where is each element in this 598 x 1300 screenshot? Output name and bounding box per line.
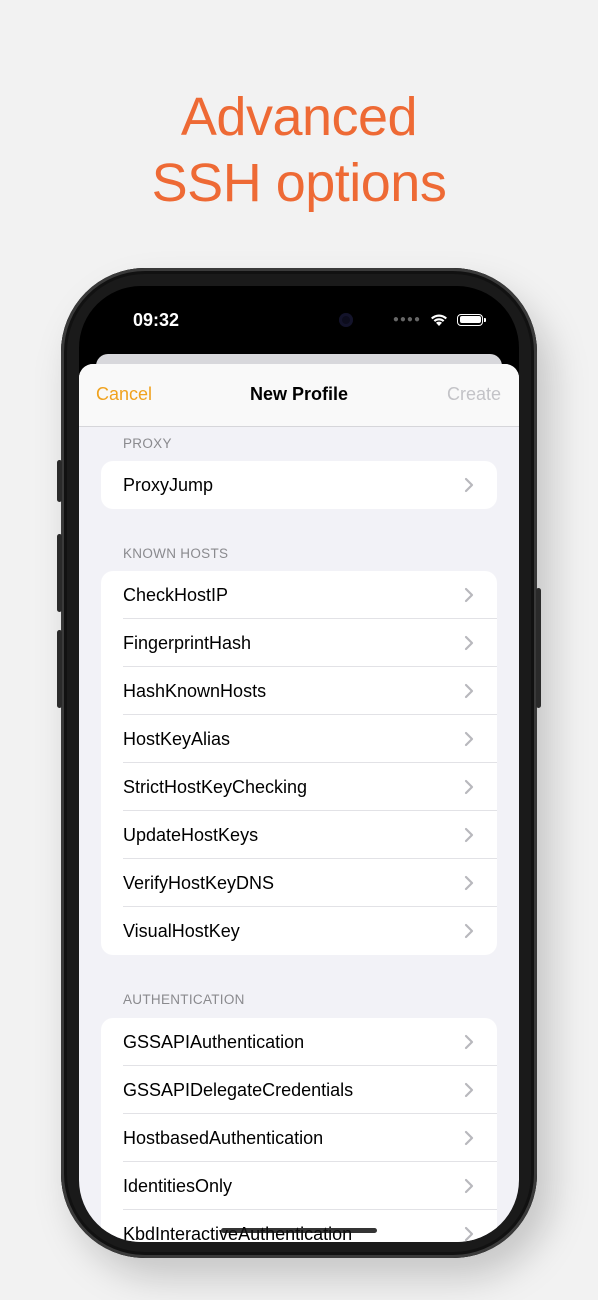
phone-screen: 09:32 ●●●● Cancel New Profile Create PRO… [79, 286, 519, 1242]
list-item-fingerprinthash[interactable]: FingerprintHash [101, 619, 497, 667]
headline-line-1: Advanced [180, 87, 418, 147]
list-item-label: HostbasedAuthentication [123, 1127, 324, 1148]
camera-icon [339, 313, 353, 327]
list-item-label: HostKeyAlias [123, 728, 231, 749]
chevron-right-icon [464, 1226, 474, 1242]
list-item-label: VerifyHostKeyDNS [123, 872, 275, 893]
list-item-label: HashKnownHosts [123, 680, 267, 701]
list-item-label: VisualHostKey [123, 920, 240, 941]
home-indicator [221, 1228, 377, 1233]
list-item-checkhostip[interactable]: CheckHostIP [101, 571, 497, 619]
chevron-right-icon [464, 683, 474, 699]
chevron-right-icon [464, 779, 474, 795]
list-item-label: CheckHostIP [123, 584, 229, 605]
chevron-right-icon [464, 1082, 474, 1098]
list-item-label: ProxyJump [123, 474, 214, 495]
list-item-kbdinteractiveauthentication[interactable]: KbdInteractiveAuthentication [101, 1210, 497, 1242]
volume-up-button [57, 534, 62, 612]
section-header-authentication: AUTHENTICATION [123, 992, 245, 1007]
status-time: 09:32 [133, 310, 180, 330]
chevron-right-icon [464, 477, 474, 493]
chevron-right-icon [464, 587, 474, 603]
chevron-right-icon [464, 731, 474, 747]
list-item-label: IdentitiesOnly [123, 1175, 233, 1196]
create-button[interactable]: Create [447, 384, 501, 405]
proxy-group: ProxyJump [101, 461, 497, 509]
list-item-gssapidelegatecredentials[interactable]: GSSAPIDelegateCredentials [101, 1066, 497, 1114]
list-item-visualhostkey[interactable]: VisualHostKey [101, 907, 497, 955]
list-item-gssapiauthentication[interactable]: GSSAPIAuthentication [101, 1018, 497, 1066]
chevron-right-icon [464, 635, 474, 651]
dynamic-island [231, 302, 367, 338]
chevron-right-icon [464, 827, 474, 843]
list-item-updatehostkeys[interactable]: UpdateHostKeys [101, 811, 497, 859]
mute-switch [57, 460, 62, 502]
status-icons: ●●●● [392, 312, 486, 327]
list-item-label: GSSAPIAuthentication [123, 1031, 305, 1052]
navigation-bar: Cancel New Profile Create [79, 364, 519, 427]
chevron-right-icon [464, 1178, 474, 1194]
list-item-identitiesonly[interactable]: IdentitiesOnly [101, 1162, 497, 1210]
wifi-icon [431, 314, 447, 326]
list-item-stricthostkeychecking[interactable]: StrictHostKeyChecking [101, 763, 497, 811]
section-header-proxy: PROXY [123, 436, 172, 451]
list-item-hostbasedauthentication[interactable]: HostbasedAuthentication [101, 1114, 497, 1162]
list-item-label: UpdateHostKeys [123, 824, 259, 845]
battery-icon [457, 313, 486, 326]
signal-dots-icon: ●●●● [392, 314, 421, 325]
power-button [536, 588, 541, 708]
volume-down-button [57, 630, 62, 708]
list-item-label: GSSAPIDelegateCredentials [123, 1079, 354, 1100]
chevron-right-icon [464, 875, 474, 891]
known-hosts-group: CheckHostIP FingerprintHash HashKnownHos… [101, 571, 497, 955]
marketing-headline: Advanced SSH options [0, 84, 598, 216]
list-item-proxyjump[interactable]: ProxyJump [101, 461, 497, 509]
headline-line-2: SSH options [151, 153, 447, 213]
chevron-right-icon [464, 1034, 474, 1050]
list-item-label: FingerprintHash [123, 632, 252, 653]
authentication-group: GSSAPIAuthentication GSSAPIDelegateCrede… [101, 1018, 497, 1242]
list-item-hashknownhosts[interactable]: HashKnownHosts [101, 667, 497, 715]
list-item-label: StrictHostKeyChecking [123, 776, 308, 797]
section-header-known-hosts: KNOWN HOSTS [123, 546, 229, 561]
list-item-hostkeyalias[interactable]: HostKeyAlias [101, 715, 497, 763]
chevron-right-icon [464, 1130, 474, 1146]
list-item-verifyhostkeydns[interactable]: VerifyHostKeyDNS [101, 859, 497, 907]
chevron-right-icon [464, 923, 474, 939]
new-profile-sheet: Cancel New Profile Create PROXY ProxyJum… [79, 364, 519, 1242]
